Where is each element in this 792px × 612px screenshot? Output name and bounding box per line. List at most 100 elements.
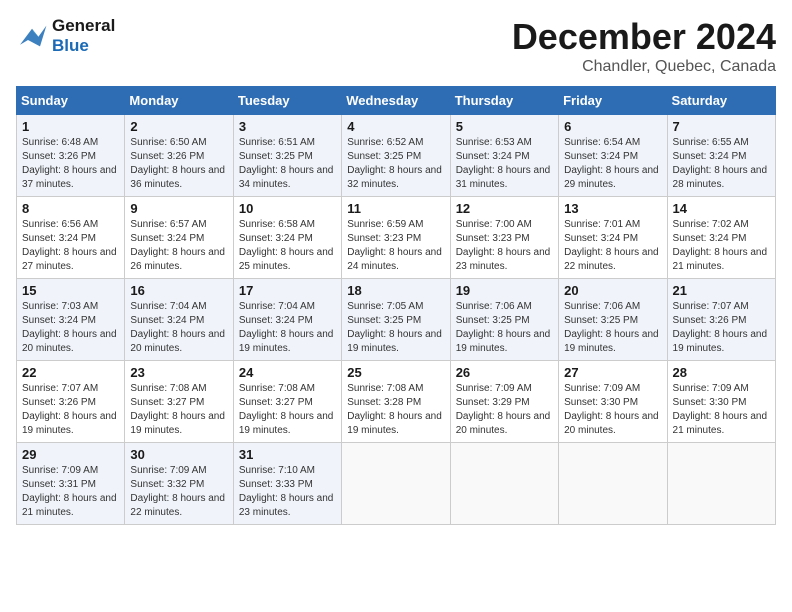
day-info: Sunrise: 6:52 AMSunset: 3:25 PMDaylight:… bbox=[347, 136, 444, 192]
day-number: 17 bbox=[239, 283, 336, 298]
calendar-week-row: 15 Sunrise: 7:03 AMSunset: 3:24 PMDayligh… bbox=[17, 279, 776, 361]
calendar-day-cell: 7 Sunrise: 6:55 AMSunset: 3:24 PMDaylight… bbox=[667, 115, 775, 197]
day-number: 5 bbox=[456, 119, 553, 134]
day-number: 12 bbox=[456, 201, 553, 216]
calendar-day-cell: 24Sunrise: 7:08 AMSunset: 3:27 PMDayligh… bbox=[233, 361, 341, 443]
logo-bird-icon bbox=[16, 22, 48, 50]
calendar-location: Chandler, Quebec, Canada bbox=[512, 58, 776, 76]
dow-header-saturday: Saturday bbox=[667, 87, 775, 115]
day-info: Sunrise: 7:09 AMSunset: 3:31 PMDaylight:… bbox=[22, 464, 119, 520]
dow-header-monday: Monday bbox=[125, 87, 233, 115]
day-number: 6 bbox=[564, 119, 661, 134]
day-number: 9 bbox=[130, 201, 227, 216]
day-number: 16 bbox=[130, 283, 227, 298]
day-number: 4 bbox=[347, 119, 444, 134]
day-number: 21 bbox=[673, 283, 770, 298]
day-info: Sunrise: 7:04 AMSunset: 3:24 PMDaylight:… bbox=[239, 300, 336, 356]
day-number: 20 bbox=[564, 283, 661, 298]
day-number: 10 bbox=[239, 201, 336, 216]
calendar-week-row: 22 Sunrise: 7:07 AMSunset: 3:26 PMDayligh… bbox=[17, 361, 776, 443]
day-info: Sunrise: 7:07 AMSunset: 3:26 PMDaylight:… bbox=[673, 300, 770, 356]
calendar-empty-cell bbox=[450, 443, 558, 525]
day-info: Sunrise: 7:10 AMSunset: 3:33 PMDaylight:… bbox=[239, 464, 336, 520]
day-info: Sunrise: 7:09 AMSunset: 3:32 PMDaylight:… bbox=[130, 464, 227, 520]
calendar-day-cell: 3 Sunrise: 6:51 AMSunset: 3:25 PMDaylight… bbox=[233, 115, 341, 197]
dow-header-tuesday: Tuesday bbox=[233, 87, 341, 115]
day-number: 27 bbox=[564, 365, 661, 380]
day-info: Sunrise: 7:08 AMSunset: 3:28 PMDaylight:… bbox=[347, 382, 444, 438]
calendar-day-cell: 23 Sunrise: 7:08 AMSunset: 3:27 PMDayligh… bbox=[125, 361, 233, 443]
day-number: 26 bbox=[456, 365, 553, 380]
calendar-empty-cell bbox=[559, 443, 667, 525]
day-number: 25 bbox=[347, 365, 444, 380]
day-info: Sunrise: 7:09 AMSunset: 3:30 PMDaylight:… bbox=[673, 382, 770, 438]
day-number: 23 bbox=[130, 365, 227, 380]
calendar-day-cell: 11Sunrise: 6:59 AMSunset: 3:23 PMDayligh… bbox=[342, 197, 450, 279]
calendar-day-cell: 22 Sunrise: 7:07 AMSunset: 3:26 PMDayligh… bbox=[17, 361, 125, 443]
calendar-day-cell: 2 Sunrise: 6:50 AMSunset: 3:26 PMDaylight… bbox=[125, 115, 233, 197]
day-info: Sunrise: 6:57 AMSunset: 3:24 PMDaylight:… bbox=[130, 218, 227, 274]
calendar-day-cell: 13 Sunrise: 7:01 AMSunset: 3:24 PMDayligh… bbox=[559, 197, 667, 279]
calendar-day-cell: 21 Sunrise: 7:07 AMSunset: 3:26 PMDayligh… bbox=[667, 279, 775, 361]
day-number: 15 bbox=[22, 283, 119, 298]
calendar-day-cell: 15 Sunrise: 7:03 AMSunset: 3:24 PMDayligh… bbox=[17, 279, 125, 361]
day-info: Sunrise: 7:06 AMSunset: 3:25 PMDaylight:… bbox=[456, 300, 553, 356]
calendar-day-cell: 10 Sunrise: 6:58 AMSunset: 3:24 PMDayligh… bbox=[233, 197, 341, 279]
day-number: 18 bbox=[347, 283, 444, 298]
calendar-day-cell: 12Sunrise: 7:00 AMSunset: 3:23 PMDayligh… bbox=[450, 197, 558, 279]
dow-header-friday: Friday bbox=[559, 87, 667, 115]
calendar-day-cell: 5Sunrise: 6:53 AMSunset: 3:24 PMDaylight… bbox=[450, 115, 558, 197]
calendar-day-cell: 31 Sunrise: 7:10 AMSunset: 3:33 PMDayligh… bbox=[233, 443, 341, 525]
calendar-day-cell: 20 Sunrise: 7:06 AMSunset: 3:25 PMDayligh… bbox=[559, 279, 667, 361]
calendar-day-cell: 27 Sunrise: 7:09 AMSunset: 3:30 PMDayligh… bbox=[559, 361, 667, 443]
day-number: 22 bbox=[22, 365, 119, 380]
day-number: 3 bbox=[239, 119, 336, 134]
calendar-empty-cell bbox=[342, 443, 450, 525]
day-info: Sunrise: 6:54 AMSunset: 3:24 PMDaylight:… bbox=[564, 136, 661, 192]
day-info: Sunrise: 6:59 AMSunset: 3:23 PMDaylight:… bbox=[347, 218, 444, 274]
calendar-day-cell: 29 Sunrise: 7:09 AMSunset: 3:31 PMDayligh… bbox=[17, 443, 125, 525]
day-number: 29 bbox=[22, 447, 119, 462]
calendar-day-cell: 18 Sunrise: 7:05 AMSunset: 3:25 PMDayligh… bbox=[342, 279, 450, 361]
day-number: 2 bbox=[130, 119, 227, 134]
day-number: 28 bbox=[673, 365, 770, 380]
calendar-day-cell: 16Sunrise: 7:04 AMSunset: 3:24 PMDayligh… bbox=[125, 279, 233, 361]
day-info: Sunrise: 6:51 AMSunset: 3:25 PMDaylight:… bbox=[239, 136, 336, 192]
calendar-day-cell: 30Sunrise: 7:09 AMSunset: 3:32 PMDayligh… bbox=[125, 443, 233, 525]
day-info: Sunrise: 7:08 AMSunset: 3:27 PMDaylight:… bbox=[130, 382, 227, 438]
calendar-day-cell: 1Sunrise: 6:48 AMSunset: 3:26 PMDaylight… bbox=[17, 115, 125, 197]
calendar-month-year: December 2024 bbox=[512, 16, 776, 58]
day-number: 14 bbox=[673, 201, 770, 216]
calendar-day-cell: 14 Sunrise: 7:02 AMSunset: 3:24 PMDayligh… bbox=[667, 197, 775, 279]
day-number: 7 bbox=[673, 119, 770, 134]
dow-header-sunday: Sunday bbox=[17, 87, 125, 115]
day-info: Sunrise: 7:05 AMSunset: 3:25 PMDaylight:… bbox=[347, 300, 444, 356]
day-number: 31 bbox=[239, 447, 336, 462]
calendar-week-row: 8 Sunrise: 6:56 AMSunset: 3:24 PMDaylight… bbox=[17, 197, 776, 279]
day-info: Sunrise: 7:09 AMSunset: 3:29 PMDaylight:… bbox=[456, 382, 553, 438]
calendar-body: 1Sunrise: 6:48 AMSunset: 3:26 PMDaylight… bbox=[17, 115, 776, 525]
day-number: 24 bbox=[239, 365, 336, 380]
calendar-week-row: 1Sunrise: 6:48 AMSunset: 3:26 PMDaylight… bbox=[17, 115, 776, 197]
day-info: Sunrise: 7:07 AMSunset: 3:26 PMDaylight:… bbox=[22, 382, 119, 438]
page-header: General Blue December 2024 Chandler, Que… bbox=[16, 16, 776, 76]
day-info: Sunrise: 7:01 AMSunset: 3:24 PMDaylight:… bbox=[564, 218, 661, 274]
day-info: Sunrise: 6:56 AMSunset: 3:24 PMDaylight:… bbox=[22, 218, 119, 274]
day-info: Sunrise: 6:58 AMSunset: 3:24 PMDaylight:… bbox=[239, 218, 336, 274]
day-number: 13 bbox=[564, 201, 661, 216]
calendar-day-cell: 28 Sunrise: 7:09 AMSunset: 3:30 PMDayligh… bbox=[667, 361, 775, 443]
dow-header-thursday: Thursday bbox=[450, 87, 558, 115]
day-info: Sunrise: 7:02 AMSunset: 3:24 PMDaylight:… bbox=[673, 218, 770, 274]
calendar-day-cell: 26 Sunrise: 7:09 AMSunset: 3:29 PMDayligh… bbox=[450, 361, 558, 443]
day-info: Sunrise: 7:06 AMSunset: 3:25 PMDaylight:… bbox=[564, 300, 661, 356]
calendar-empty-cell bbox=[667, 443, 775, 525]
day-number: 8 bbox=[22, 201, 119, 216]
day-info: Sunrise: 6:50 AMSunset: 3:26 PMDaylight:… bbox=[130, 136, 227, 192]
day-info: Sunrise: 7:03 AMSunset: 3:24 PMDaylight:… bbox=[22, 300, 119, 356]
calendar-day-cell: 4 Sunrise: 6:52 AMSunset: 3:25 PMDaylight… bbox=[342, 115, 450, 197]
day-info: Sunrise: 6:48 AMSunset: 3:26 PMDaylight:… bbox=[22, 136, 119, 192]
day-info: Sunrise: 7:09 AMSunset: 3:30 PMDaylight:… bbox=[564, 382, 661, 438]
calendar-day-cell: 9 Sunrise: 6:57 AMSunset: 3:24 PMDaylight… bbox=[125, 197, 233, 279]
day-number: 19 bbox=[456, 283, 553, 298]
day-info: Sunrise: 6:55 AMSunset: 3:24 PMDaylight:… bbox=[673, 136, 770, 192]
